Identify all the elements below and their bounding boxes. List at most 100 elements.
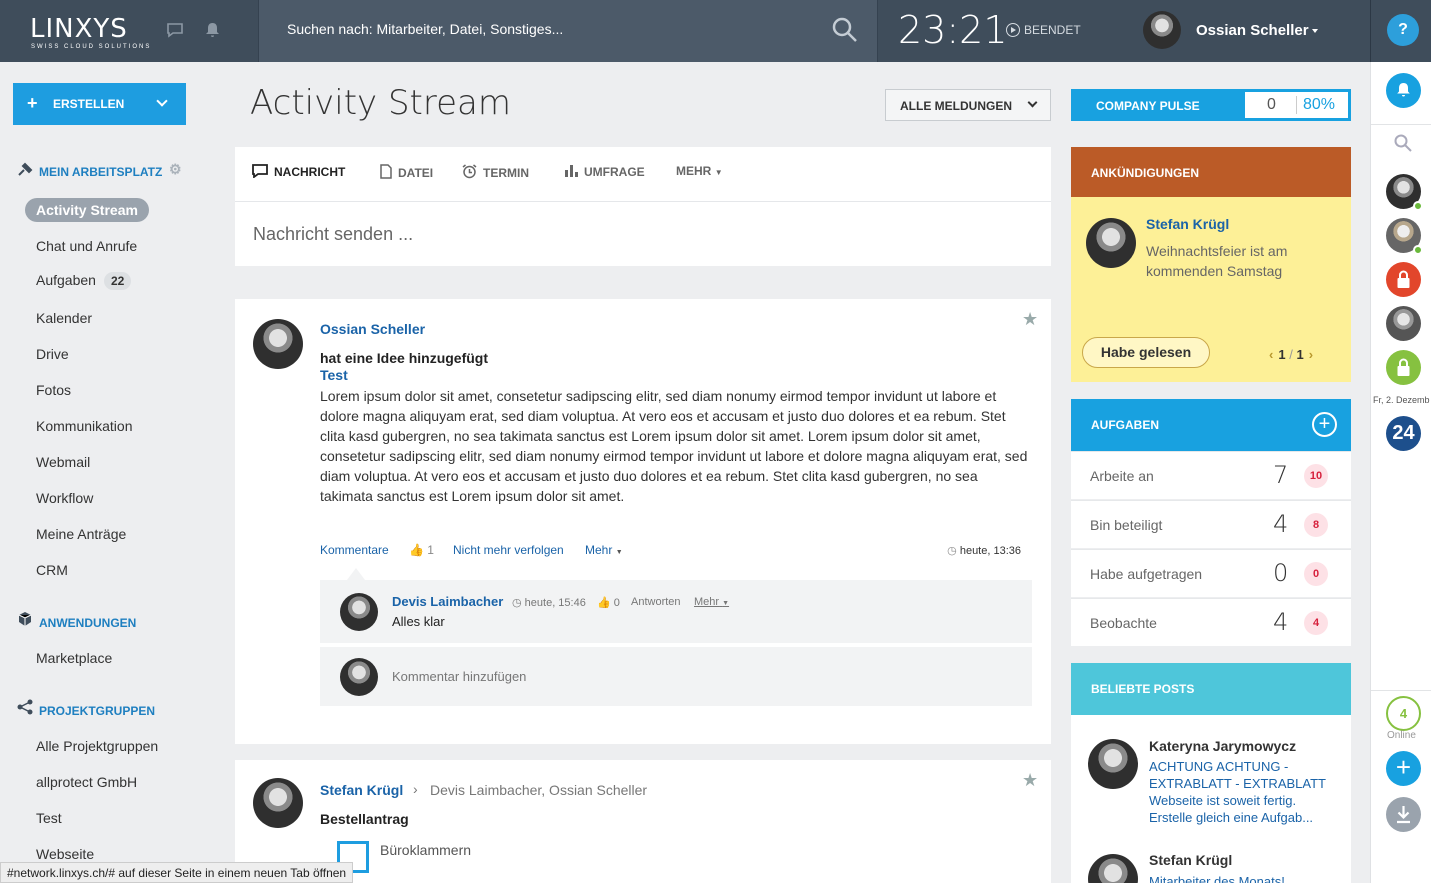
cube-icon: [17, 611, 33, 630]
mark-read-button[interactable]: Habe gelesen: [1082, 337, 1210, 368]
tab-datei[interactable]: DATEI: [380, 164, 433, 180]
chevron-left-icon[interactable]: ‹: [1269, 347, 1273, 362]
section-groups[interactable]: PROJEKTGRUPPEN: [17, 699, 155, 718]
timer-status[interactable]: BEENDET: [1006, 23, 1081, 37]
tasks-header: AUFGABEN +: [1071, 399, 1351, 451]
tab-nachricht[interactable]: NACHRICHT: [252, 164, 345, 179]
sidebar-item-chat[interactable]: Chat und Anrufe: [36, 238, 137, 254]
locked-chat-button[interactable]: [1386, 350, 1421, 385]
avatar[interactable]: [253, 778, 303, 828]
search-input[interactable]: Suchen nach: Mitarbeiter, Datei, Sonstig…: [287, 21, 563, 37]
page-title: Activity Stream: [250, 83, 511, 123]
search-icon[interactable]: [831, 16, 859, 44]
comment-more-menu[interactable]: Mehr ▼: [694, 596, 729, 608]
online-count[interactable]: 4: [1386, 696, 1421, 731]
sidebar-item-test[interactable]: Test: [36, 810, 62, 826]
add-task-button[interactable]: +: [1312, 412, 1337, 437]
comment-author[interactable]: Devis Laimbacher: [392, 594, 503, 609]
popular-text[interactable]: ACHTUNG ACHTUNG - EXTRABLATT - EXTRABLAT…: [1149, 758, 1339, 826]
announcement-author[interactable]: Stefan Krügl: [1146, 216, 1229, 232]
logo[interactable]: LINXYS: [30, 14, 128, 44]
add-comment[interactable]: Kommentar hinzufügen: [320, 647, 1032, 706]
task-count: 4: [1273, 510, 1289, 538]
post-author[interactable]: Stefan Krügl: [320, 782, 403, 798]
avatar[interactable]: [340, 593, 378, 631]
task-row[interactable]: Habe aufgetragen 0 0: [1071, 549, 1351, 597]
sidebar-item-marketplace[interactable]: Marketplace: [36, 650, 112, 666]
task-row[interactable]: Bin beteiligt 4 8: [1071, 500, 1351, 548]
sidebar-item-webseite[interactable]: Webseite: [36, 846, 94, 862]
avatar[interactable]: [1086, 218, 1136, 268]
gear-icon[interactable]: ⚙: [169, 161, 182, 178]
download-button[interactable]: [1386, 797, 1421, 832]
sidebar-item-webmail[interactable]: Webmail: [36, 454, 90, 470]
sidebar-item-allprotect[interactable]: allprotect GmbH: [36, 774, 137, 790]
sidebar-item-kommunikation[interactable]: Kommunikation: [36, 418, 133, 434]
sidebar-item-workflow[interactable]: Workflow: [36, 490, 93, 506]
task-label: Arbeite an: [1090, 468, 1154, 484]
avatar[interactable]: [253, 319, 303, 369]
reply-link[interactable]: Antworten: [631, 596, 681, 608]
sidebar-item-alle-projektgruppen[interactable]: Alle Projektgruppen: [36, 738, 158, 754]
message-input[interactable]: Nachricht senden ...: [253, 224, 413, 245]
popular-posts: Kateryna Jarymowycz ACHTUNG ACHTUNG - EX…: [1071, 715, 1351, 883]
popular-author[interactable]: Kateryna Jarymowycz: [1149, 738, 1296, 754]
avatar[interactable]: [1088, 739, 1138, 789]
filter-dropdown[interactable]: ALLE MELDUNGEN: [885, 89, 1051, 121]
like-count: 1: [427, 543, 434, 557]
popular-text[interactable]: Mitarbeiter des Monats!: [1149, 873, 1339, 883]
notifications-button[interactable]: [1386, 73, 1421, 108]
comments-link[interactable]: Kommentare: [320, 543, 389, 557]
task-row[interactable]: Arbeite an 7 10: [1071, 451, 1351, 499]
section-apps[interactable]: ANWENDUNGEN: [17, 611, 136, 630]
announcement-card: Stefan Krügl Weihnachtsfeier ist am komm…: [1071, 197, 1351, 382]
star-icon[interactable]: ★: [1022, 770, 1038, 791]
add-comment-input[interactable]: Kommentar hinzufügen: [392, 669, 526, 684]
tab-label: TERMIN: [483, 166, 529, 180]
sidebar-item-fotos[interactable]: Fotos: [36, 382, 71, 398]
plus-icon: +: [27, 93, 38, 113]
post-recipients[interactable]: Devis Laimbacher, Ossian Scheller: [430, 782, 647, 798]
tab-umfrage[interactable]: UMFRAGE: [564, 164, 645, 179]
avatar[interactable]: [1088, 854, 1138, 883]
calendar-day[interactable]: 24: [1386, 416, 1421, 451]
comment-pointer: [347, 568, 365, 580]
post-title[interactable]: Test: [320, 367, 348, 383]
more-menu[interactable]: Mehr ▼: [585, 543, 623, 557]
add-contact-button[interactable]: +: [1386, 751, 1421, 786]
task-label: Habe aufgetragen: [1090, 566, 1203, 582]
help-button[interactable]: ?: [1387, 14, 1419, 46]
avatar[interactable]: [1386, 174, 1423, 211]
sidebar-item-drive[interactable]: Drive: [36, 346, 69, 362]
tab-termin[interactable]: TERMIN: [462, 164, 529, 180]
unfollow-link[interactable]: Nicht mehr verfolgen: [453, 543, 564, 557]
create-button[interactable]: + ERSTELLEN: [13, 83, 186, 125]
post-time-label: heute, 13:36: [959, 545, 1021, 557]
section-workspace[interactable]: MEIN ARBEITSPLATZ ⚙: [17, 161, 182, 179]
locked-chat-button[interactable]: [1386, 262, 1421, 297]
popular-author[interactable]: Stefan Krügl: [1149, 852, 1232, 868]
star-icon[interactable]: ★: [1022, 309, 1038, 330]
chevron-right-icon[interactable]: ›: [1309, 347, 1313, 362]
sidebar-item-crm[interactable]: CRM: [36, 562, 68, 578]
comment-like-button[interactable]: 👍 0: [597, 596, 620, 609]
avatar[interactable]: [1386, 218, 1423, 255]
like-button[interactable]: 👍 1: [409, 543, 434, 557]
sidebar-item-antraege[interactable]: Meine Anträge: [36, 526, 126, 542]
sidebar-item-activity-stream[interactable]: Activity Stream: [25, 198, 149, 222]
chat-icon[interactable]: [166, 22, 184, 41]
post-author[interactable]: Ossian Scheller: [320, 321, 425, 337]
chevron-down-icon[interactable]: [156, 95, 168, 107]
sidebar-item-aufgaben[interactable]: Aufgaben 22: [36, 272, 132, 290]
avatar[interactable]: [1386, 306, 1421, 341]
tab-mehr[interactable]: MEHR ▼: [676, 164, 723, 178]
lock-icon: [1397, 270, 1410, 288]
bell-icon[interactable]: [205, 22, 220, 41]
company-pulse[interactable]: COMPANY PULSE 0 80%: [1071, 89, 1351, 121]
search-bar[interactable]: Suchen nach: Mitarbeiter, Datei, Sonstig…: [258, 0, 878, 62]
search-icon[interactable]: [1394, 134, 1412, 155]
section-apps-title: ANWENDUNGEN: [39, 616, 137, 630]
task-row[interactable]: Beobachte 4 4: [1071, 598, 1351, 646]
date-label: Fr, 2. Dezemb: [1373, 395, 1430, 405]
sidebar-item-kalender[interactable]: Kalender: [36, 310, 92, 326]
